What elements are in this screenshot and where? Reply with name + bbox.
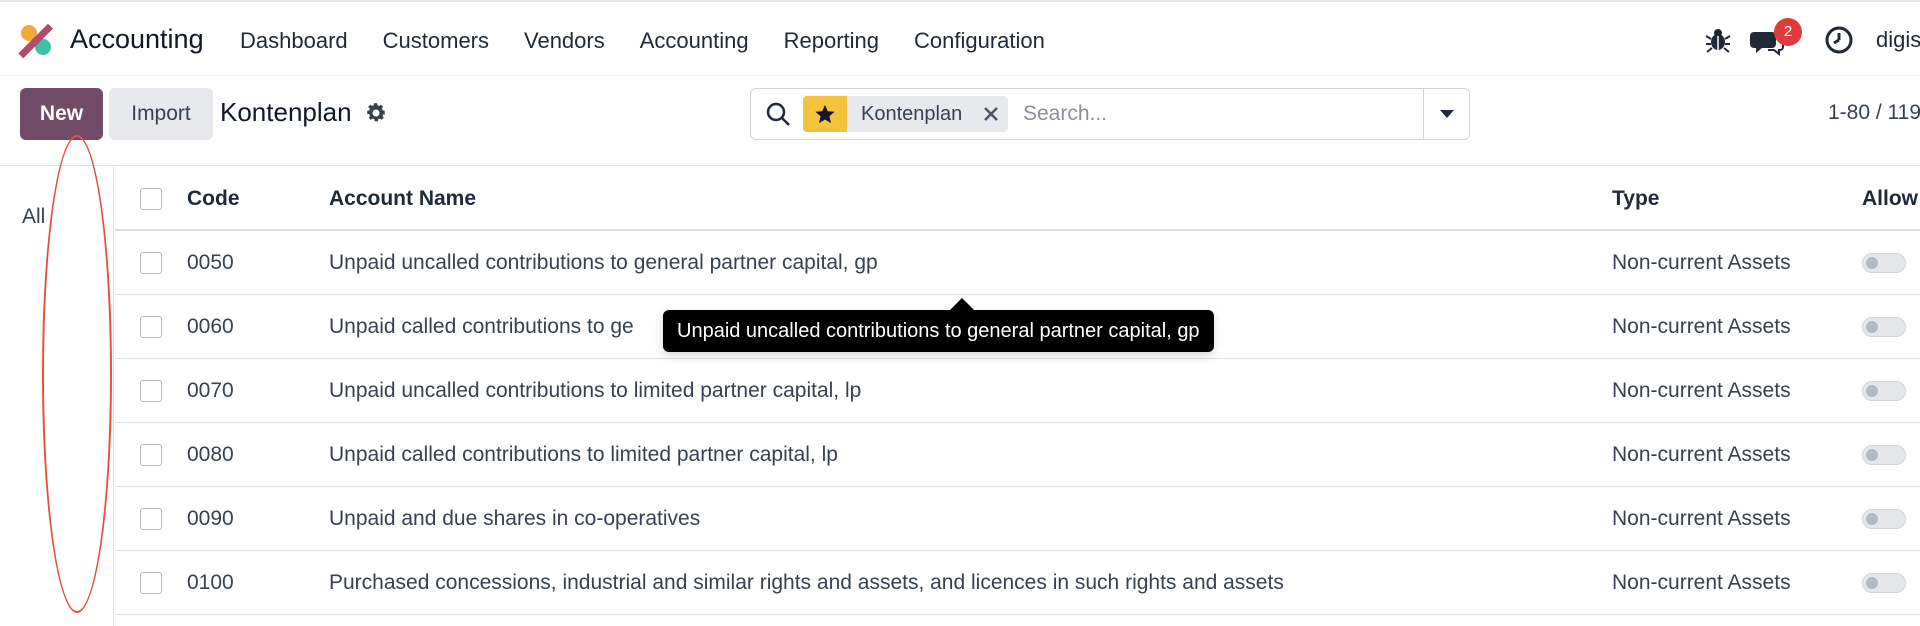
search-box: Kontenplan xyxy=(750,88,1470,140)
top-navbar: Accounting Dashboard Customers Vendors A… xyxy=(0,0,1920,76)
account-code: 0090 xyxy=(187,507,234,530)
side-panel: All xyxy=(0,167,114,626)
search-options-toggle[interactable] xyxy=(1423,89,1469,139)
account-code: 0050 xyxy=(187,251,234,274)
favorite-star-icon xyxy=(803,96,847,132)
search-icon xyxy=(766,102,790,126)
list-header: Code Account Name Type Allow xyxy=(115,167,1920,231)
account-code: 0060 xyxy=(187,315,234,338)
column-header-code[interactable]: Code xyxy=(187,167,240,231)
company-name[interactable]: digis xyxy=(1876,27,1920,53)
allow-reconciliation-toggle[interactable] xyxy=(1862,445,1906,465)
row-checkbox[interactable] xyxy=(140,572,162,594)
clock-icon[interactable] xyxy=(1824,25,1854,55)
column-header-allow[interactable]: Allow xyxy=(1862,167,1918,231)
menu-configuration[interactable]: Configuration xyxy=(914,28,1045,54)
menu-accounting[interactable]: Accounting xyxy=(640,28,749,54)
account-name: Unpaid uncalled contributions to general… xyxy=(329,251,878,274)
new-button[interactable]: New xyxy=(20,88,103,140)
tooltip: Unpaid uncalled contributions to general… xyxy=(663,310,1214,352)
app-logo-icon[interactable] xyxy=(18,22,54,58)
menu-dashboard[interactable]: Dashboard xyxy=(240,28,348,54)
bug-icon[interactable] xyxy=(1704,26,1732,54)
search-facet-favorite: Kontenplan xyxy=(803,96,1009,132)
allow-reconciliation-toggle[interactable] xyxy=(1862,573,1906,593)
row-checkbox[interactable] xyxy=(140,316,162,338)
pager-value[interactable]: 1-80 / 119 xyxy=(1828,101,1920,125)
table-row[interactable]: 0080 Unpaid called contributions to limi… xyxy=(115,423,1920,487)
side-panel-item-all[interactable]: All xyxy=(22,205,45,229)
row-checkbox[interactable] xyxy=(140,444,162,466)
app-name[interactable]: Accounting xyxy=(70,24,204,55)
account-name: Unpaid called contributions to limited p… xyxy=(329,443,838,466)
menu-customers[interactable]: Customers xyxy=(383,28,489,54)
allow-reconciliation-toggle[interactable] xyxy=(1862,381,1906,401)
main-menu: Dashboard Customers Vendors Accounting R… xyxy=(240,28,1080,54)
account-code: 0080 xyxy=(187,443,234,466)
chat-count-badge: 2 xyxy=(1774,18,1802,46)
allow-reconciliation-toggle[interactable] xyxy=(1862,253,1906,273)
allow-reconciliation-toggle[interactable] xyxy=(1862,317,1906,337)
account-name: Purchased concessions, industrial and si… xyxy=(329,571,1284,594)
search-input[interactable] xyxy=(1023,98,1383,130)
account-name: Unpaid and due shares in co-operatives xyxy=(329,507,701,530)
caret-down-icon xyxy=(1439,110,1454,118)
page-title: Kontenplan xyxy=(220,97,352,127)
row-checkbox[interactable] xyxy=(140,508,162,530)
account-type: Non-current Assets xyxy=(1612,379,1791,402)
menu-vendors[interactable]: Vendors xyxy=(524,28,605,54)
column-header-type[interactable]: Type xyxy=(1612,167,1659,231)
table-row[interactable]: 0090 Unpaid and due shares in co-operati… xyxy=(115,487,1920,551)
control-panel: New Import Kontenplan Kontenplan 1-80 / … xyxy=(0,77,1920,166)
account-name: Unpaid uncalled contributions to limited… xyxy=(329,379,862,402)
row-checkbox[interactable] xyxy=(140,380,162,402)
account-name: Unpaid called contributions to ge xyxy=(329,315,634,338)
account-type: Non-current Assets xyxy=(1612,507,1791,530)
systray: 2 digis xyxy=(1700,18,1920,60)
account-type: Non-current Assets xyxy=(1612,571,1791,594)
gear-icon[interactable] xyxy=(364,101,388,125)
allow-reconciliation-toggle[interactable] xyxy=(1862,509,1906,529)
account-type: Non-current Assets xyxy=(1612,251,1791,274)
select-all-checkbox[interactable] xyxy=(140,188,162,210)
import-button[interactable]: Import xyxy=(109,88,213,140)
row-checkbox[interactable] xyxy=(140,252,162,274)
table-row[interactable]: 0050 Unpaid uncalled contributions to ge… xyxy=(115,231,1920,295)
menu-reporting[interactable]: Reporting xyxy=(784,28,879,54)
table-row[interactable]: 0070 Unpaid uncalled contributions to li… xyxy=(115,359,1920,423)
column-header-account-name[interactable]: Account Name xyxy=(329,167,476,231)
account-type: Non-current Assets xyxy=(1612,443,1791,466)
account-code: 0070 xyxy=(187,379,234,402)
facet-remove-icon[interactable] xyxy=(974,96,1008,132)
account-code: 0100 xyxy=(187,571,234,594)
table-row[interactable]: 0100 Purchased concessions, industrial a… xyxy=(115,551,1920,615)
account-type: Non-current Assets xyxy=(1612,315,1791,338)
accounts-list: Code Account Name Type Allow 0050 Unpaid… xyxy=(115,167,1920,626)
tooltip-arrow xyxy=(950,298,974,310)
facet-label: Kontenplan xyxy=(861,103,963,125)
